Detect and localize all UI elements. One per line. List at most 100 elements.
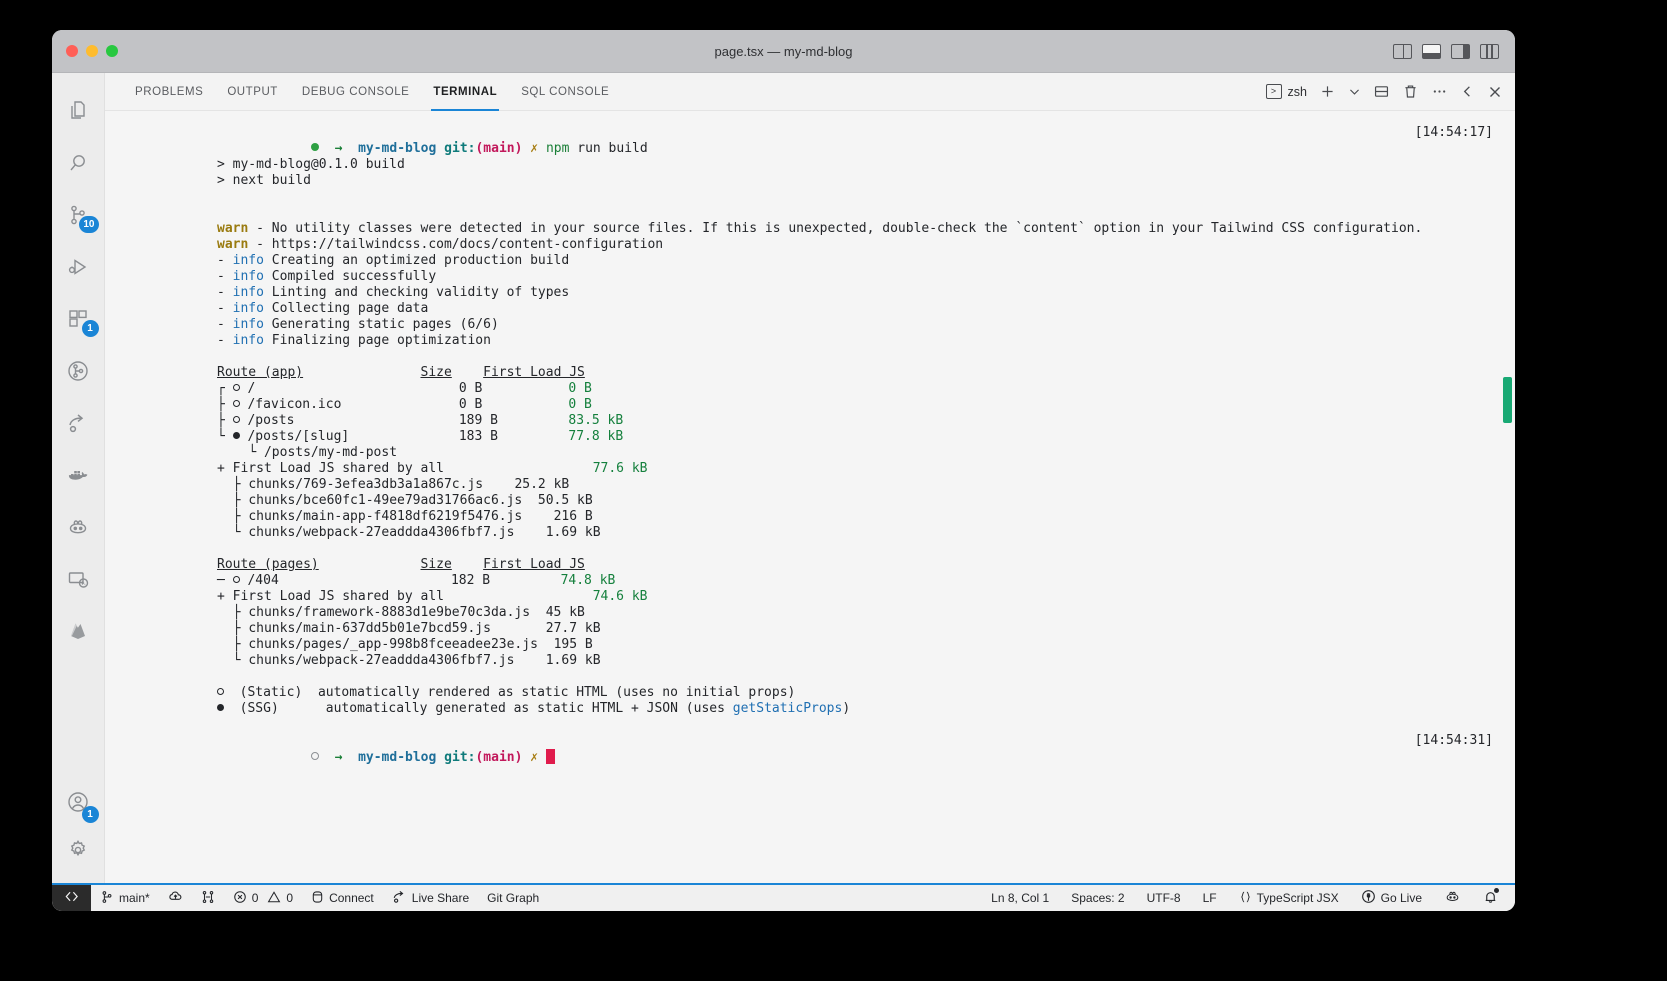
pages-chunk-size-0: 45 kB [545, 605, 585, 620]
tab-debug-console[interactable]: DEBUG CONSOLE [290, 73, 421, 111]
child-route-label: └ /posts/my-md-post [248, 445, 398, 460]
toggle-secondary-sidebar-icon[interactable] [1451, 43, 1470, 59]
close-window-button[interactable] [66, 45, 78, 57]
new-terminal-button[interactable] [1319, 83, 1336, 100]
shell-selector[interactable]: > zsh [1265, 84, 1307, 99]
info-text-3: Collecting page data [271, 301, 429, 316]
status-git-graph[interactable]: Git Graph [478, 885, 548, 911]
status-go-live[interactable]: Go Live [1350, 889, 1433, 907]
status-bar-right: Ln 8, Col 1 Spaces: 2 UTF-8 LF TypeScrip… [980, 887, 1515, 908]
customize-layout-icon[interactable] [1480, 43, 1499, 59]
terminal-line-info-2: - info Linting and checking validity of … [217, 285, 570, 300]
terminal-output[interactable]: → my-md-blog git:(main) ✗ npm run build … [105, 111, 1515, 883]
minimize-window-button[interactable] [86, 45, 98, 57]
table-app-header: Route (app) Size First Load JS [105, 365, 1515, 381]
firebase-icon [66, 619, 90, 643]
toggle-primary-sidebar-icon[interactable] [1393, 43, 1412, 59]
status-copilot[interactable] [1433, 888, 1472, 908]
table-row: └ /posts/[slug] 183 B 77.8 kB [217, 429, 624, 444]
legend-ssg-tail: ) [842, 701, 851, 716]
status-problems[interactable]: 0 0 [224, 885, 302, 911]
command-bin: npm [545, 141, 570, 156]
activity-item-run-and-debug[interactable] [52, 241, 105, 293]
prompt-status-dot [310, 143, 319, 151]
chevron-left-icon[interactable] [1460, 84, 1475, 99]
warning-icon [267, 890, 281, 907]
static-marker-icon [232, 416, 240, 423]
terminal-line-script-1: > next build [217, 173, 311, 188]
info-label: info [232, 269, 264, 284]
trash-icon[interactable] [1402, 83, 1419, 100]
tab-problems[interactable]: PROBLEMS [123, 73, 215, 111]
tab-sql-console[interactable]: SQL CONSOLE [509, 73, 621, 111]
status-indentation[interactable]: Spaces: 2 [1060, 891, 1135, 905]
chevron-down-icon[interactable] [1348, 85, 1361, 98]
activity-item-copilot[interactable] [52, 501, 105, 553]
app-first-load-1: 0 B [568, 397, 592, 412]
timestamp-start: [14:54:17] [1414, 125, 1493, 140]
info-label: info [232, 301, 264, 316]
git-compare-icon [201, 890, 215, 907]
static-marker-icon [232, 576, 240, 583]
info-text-4: Generating static pages (6/6) [271, 317, 499, 332]
app-shared-total: 77.6 kB [592, 461, 648, 476]
activity-item-share[interactable] [52, 397, 105, 449]
split-terminal-icon[interactable] [1373, 83, 1390, 100]
status-eol[interactable]: LF [1192, 891, 1228, 905]
app-size-1: 0 B [458, 397, 483, 412]
status-git-actions[interactable] [192, 885, 224, 911]
tab-output[interactable]: OUTPUT [215, 73, 290, 111]
status-database-connect[interactable]: Connect [302, 885, 383, 911]
activity-item-source-control[interactable]: 10 [52, 189, 105, 241]
status-language-mode[interactable]: TypeScript JSX [1228, 890, 1350, 907]
warn-label: warn [217, 237, 249, 252]
source-control-badge: 10 [79, 216, 99, 233]
status-sync[interactable] [159, 885, 192, 911]
status-live-share[interactable]: Live Share [383, 885, 478, 911]
maximize-window-button[interactable] [106, 45, 118, 57]
pages-chunk-size-1: 27.7 kB [545, 621, 601, 636]
table-row: ─ /404 182 B 74.8 kB [217, 573, 616, 588]
terminal-line-info-5: - info Finalizing page optimization [217, 333, 491, 348]
tab-terminal[interactable]: TERMINAL [421, 73, 509, 111]
activity-item-git-graph[interactable] [52, 345, 105, 397]
docker-icon [66, 463, 90, 487]
static-marker-icon [232, 400, 240, 407]
status-encoding[interactable]: UTF-8 [1136, 891, 1192, 905]
activity-item-accounts[interactable]: 1 [52, 779, 105, 831]
status-notifications[interactable] [1472, 887, 1509, 908]
activity-item-remote-explorer[interactable] [52, 553, 105, 605]
status-cursor-position[interactable]: Ln 8, Col 1 [980, 891, 1060, 905]
table-pages-shared: + First Load JS shared by all 74.6 kB [105, 589, 1515, 605]
run-debug-icon [66, 255, 90, 279]
panel-toolbar: > zsh [1265, 83, 1503, 100]
pages-chunk-name-0: chunks/framework-8883d1e9be70c3da.js [248, 605, 531, 620]
status-branch[interactable]: main* [91, 885, 159, 911]
terminal-line-prompt[interactable]: → my-md-blog git:(main) ✗ [14:54:31] [105, 733, 1515, 765]
prompt-cwd: my-md-blog [358, 750, 437, 765]
activity-item-extensions[interactable]: 1 [52, 293, 105, 345]
toggle-panel-icon[interactable] [1422, 43, 1441, 59]
more-actions-icon[interactable] [1431, 83, 1448, 100]
activity-item-docker[interactable] [52, 449, 105, 501]
activity-item-firebase[interactable] [52, 605, 105, 657]
remote-window-indicator[interactable] [52, 885, 91, 911]
activity-item-settings[interactable] [52, 831, 105, 883]
terminal-scrollbar-thumb[interactable] [1503, 377, 1512, 423]
status-warning-count: 0 [286, 891, 294, 905]
files-icon [66, 99, 90, 123]
activity-item-search[interactable] [52, 137, 105, 189]
static-marker-icon [217, 688, 224, 695]
activity-item-explorer[interactable] [52, 85, 105, 137]
live-share-icon [392, 889, 407, 907]
shell-label: zsh [1287, 84, 1307, 99]
info-label: info [232, 317, 264, 332]
table-app-chunk: ├ chunks/bce60fc1-49ee79ad31766ac6.js 50… [232, 493, 593, 508]
pages-shared-total: 74.6 kB [592, 589, 648, 604]
close-icon[interactable] [1487, 84, 1503, 100]
prompt-cwd: my-md-blog [358, 141, 437, 156]
terminal-panel: PROBLEMS OUTPUT DEBUG CONSOLE TERMINAL S… [105, 73, 1515, 883]
table-pages-chunk: ├ chunks/framework-8883d1e9be70c3da.js 4… [232, 605, 585, 620]
sync-cloud-icon [168, 889, 183, 907]
pages-chunk-size-3: 1.69 kB [545, 653, 601, 668]
